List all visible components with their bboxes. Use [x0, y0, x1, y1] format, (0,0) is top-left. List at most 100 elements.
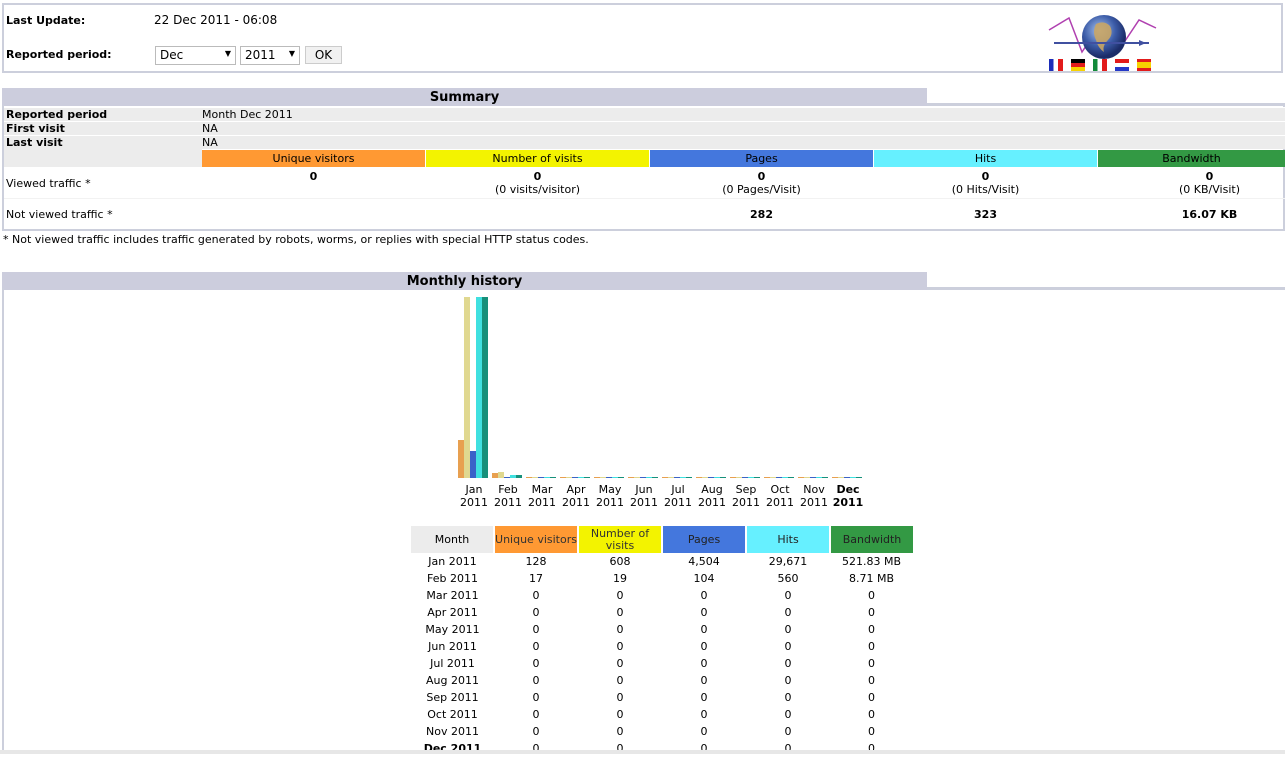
value-cell: 0 [532, 606, 540, 619]
x-tick-month: Jun [634, 483, 652, 496]
bar-number-of-visits-nov [804, 477, 810, 478]
table-row: Aug 2011 0 0 0 0 0 [411, 672, 913, 689]
x-tick-month: Oct [770, 483, 790, 496]
month-cell: Oct 2011 [427, 708, 478, 721]
bar-number-of-visits-aug [702, 477, 708, 478]
value-cell: 0 [784, 742, 792, 755]
x-tick-year: 2011 [698, 496, 726, 509]
value-cell: 0 [532, 589, 540, 602]
value-cell: 0 [700, 708, 708, 721]
value-cell: 4,504 [688, 555, 720, 568]
bar-pages-aug [708, 477, 714, 478]
value-cell: 29,671 [768, 555, 808, 568]
bar-pages-sep [742, 477, 748, 478]
bar-bandwidth-mb--may [618, 477, 624, 478]
value-cell: 0 [784, 657, 792, 670]
x-tick-month: Aug [701, 483, 722, 496]
monthly-history-chart: Jan2011Feb2011Mar2011Apr2011May2011Jun20… [458, 297, 864, 509]
value-cell: 19 [613, 572, 627, 585]
bar-bandwidth-mb--feb [516, 475, 522, 478]
bar-unique-visitors-mar [526, 477, 532, 478]
bar-pages-may [606, 477, 612, 478]
value-cell: 0 [868, 640, 875, 653]
bar-hits-dec [850, 477, 856, 478]
value-cell: 0 [532, 708, 540, 721]
x-tick-year: 2011 [800, 496, 828, 509]
x-tick-year: 2011 [732, 496, 760, 509]
bar-unique-visitors-dec [832, 477, 838, 478]
value-cell: 0 [532, 725, 540, 738]
table-row: Jan 2011 128 608 4,504 29,671 521.83 MB [411, 553, 913, 570]
value-cell: 0 [868, 589, 875, 602]
table-row: Apr 2011 0 0 0 0 0 [411, 604, 913, 621]
bar-bandwidth-mb--jan [482, 297, 488, 478]
x-tick-year: 2011 [766, 496, 794, 509]
horizontal-scrollbar[interactable] [0, 750, 1285, 754]
table-row: May 2011 0 0 0 0 0 [411, 621, 913, 638]
value-cell: 104 [693, 572, 715, 585]
bar-pages-oct [776, 477, 782, 478]
bar-hits-jan [476, 297, 482, 478]
x-tick-year: 2011 [630, 496, 658, 509]
table-row: Nov 2011 0 0 0 0 0 [411, 723, 913, 740]
value-cell: 0 [532, 742, 540, 755]
month-cell: May 2011 [425, 623, 480, 636]
x-tick-year: 2011 [494, 496, 522, 509]
x-tick-month: Apr [566, 483, 586, 496]
month-cell: Jan 2011 [428, 555, 477, 568]
th-number-of-visits: Number of visits [577, 526, 662, 553]
table-row: Feb 2011 17 19 104 560 8.71 MB [411, 570, 913, 587]
month-cell: Feb 2011 [427, 572, 478, 585]
value-cell: 0 [616, 606, 624, 619]
th-unique-visitors: Unique visitors [493, 526, 578, 553]
value-cell: 0 [616, 640, 624, 653]
value-cell: 0 [868, 742, 875, 755]
value-cell: 0 [532, 657, 540, 670]
bar-number-of-visits-jan [464, 297, 470, 478]
x-tick-month: Mar [532, 483, 553, 496]
value-cell: 0 [532, 691, 540, 704]
bar-number-of-visits-mar [532, 477, 538, 478]
bar-unique-visitors-feb [492, 473, 498, 478]
table-row: Sep 2011 0 0 0 0 0 [411, 689, 913, 706]
value-cell: 608 [609, 555, 631, 568]
bar-hits-jul [680, 477, 686, 478]
table-row: Oct 2011 0 0 0 0 0 [411, 706, 913, 723]
month-cell: Sep 2011 [426, 691, 479, 704]
x-tick-year: 2011 [528, 496, 556, 509]
value-cell: 0 [868, 657, 875, 670]
bar-unique-visitors-nov [798, 477, 804, 478]
bar-unique-visitors-apr [560, 477, 566, 478]
month-cell: Nov 2011 [426, 725, 479, 738]
value-cell: 0 [700, 640, 708, 653]
value-cell: 0 [700, 674, 708, 687]
bar-unique-visitors-jul [662, 477, 668, 478]
bar-unique-visitors-aug [696, 477, 702, 478]
value-cell: 0 [784, 691, 792, 704]
value-cell: 0 [784, 640, 792, 653]
value-cell: 0 [616, 725, 624, 738]
bar-pages-feb [504, 477, 510, 478]
bar-bandwidth-mb--apr [584, 477, 590, 478]
value-cell: 0 [700, 657, 708, 670]
x-tick-year: 2011 [562, 496, 590, 509]
bar-hits-oct [782, 477, 788, 478]
bar-unique-visitors-oct [764, 477, 770, 478]
value-cell: 8.71 MB [848, 572, 895, 585]
x-tick-month: Dec [836, 483, 859, 496]
value-cell: 521.83 MB [841, 555, 902, 568]
x-tick-month: Feb [498, 483, 517, 496]
bar-pages-nov [810, 477, 816, 478]
th-month: Month [411, 526, 494, 553]
bar-number-of-visits-feb [498, 472, 504, 478]
x-tick-year: 2011 [664, 496, 692, 509]
x-tick-year: 2011 [833, 496, 864, 509]
x-tick-year: 2011 [596, 496, 624, 509]
value-cell: 0 [868, 691, 875, 704]
th-bandwidth: Bandwidth [829, 526, 913, 553]
bar-hits-jun [646, 477, 652, 478]
bar-pages-mar [538, 477, 544, 478]
bar-pages-jul [674, 477, 680, 478]
bar-bandwidth-mb--oct [788, 477, 794, 478]
x-tick-month: May [599, 483, 622, 496]
